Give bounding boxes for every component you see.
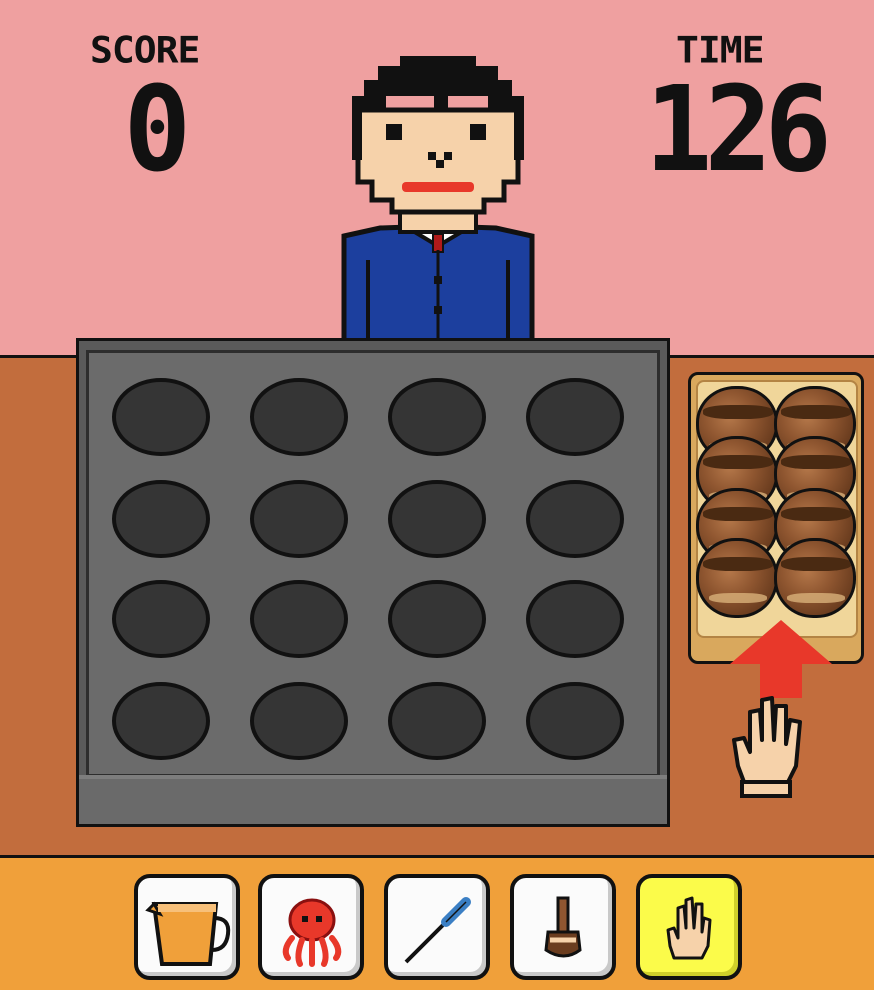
shopkeeper-character: [341, 56, 535, 342]
hand-icon: [666, 896, 712, 960]
griddle-hole[interactable]: [526, 682, 624, 760]
pick-icon: [404, 897, 471, 964]
griddle-hole[interactable]: [388, 480, 486, 558]
griddle-lip: [79, 775, 667, 824]
griddle-hole[interactable]: [526, 580, 624, 658]
score-value: 0: [123, 60, 192, 198]
griddle-hole[interactable]: [388, 682, 486, 760]
time-value: 126: [644, 60, 832, 198]
griddle-hole[interactable]: [250, 480, 348, 558]
griddle-hole[interactable]: [526, 480, 624, 558]
batter-pitcher-button[interactable]: [134, 874, 240, 980]
pick-button[interactable]: [384, 874, 490, 980]
griddle-hole[interactable]: [250, 682, 348, 760]
griddle-hole[interactable]: [388, 378, 486, 456]
takoyaki-ball: [774, 538, 856, 618]
griddle-hole[interactable]: [112, 580, 210, 658]
griddle-hole[interactable]: [112, 480, 210, 558]
griddle-hole[interactable]: [526, 378, 624, 456]
sauce-brush-icon: [544, 896, 582, 958]
griddle-hole[interactable]: [250, 378, 348, 456]
takoyaki-ball: [696, 538, 778, 618]
griddle-hole[interactable]: [388, 580, 486, 658]
sauce-brush-button[interactable]: [510, 874, 616, 980]
pitcher-icon: [145, 901, 231, 966]
octopus-button[interactable]: [258, 874, 364, 980]
hand-icon: [732, 696, 802, 798]
griddle-hole[interactable]: [250, 580, 348, 658]
octopus-icon: [282, 898, 342, 967]
hand-tool-button[interactable]: [636, 874, 742, 980]
griddle-hole[interactable]: [112, 682, 210, 760]
griddle-hole[interactable]: [112, 378, 210, 456]
